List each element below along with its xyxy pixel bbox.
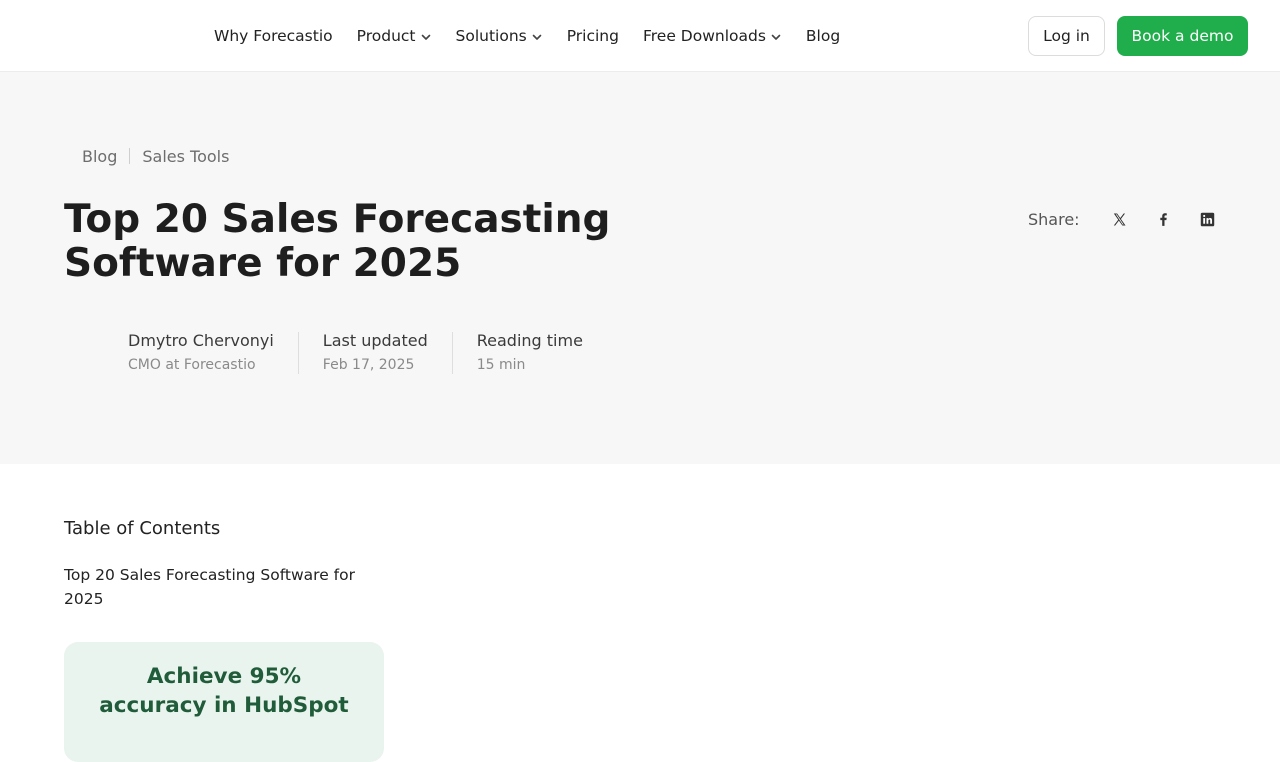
last-updated-value: Feb 17, 2025 [322,357,415,373]
author-role: CMO at Forecastio [128,357,256,373]
nav-item-label: Pricing [566,27,619,45]
page-title: Top 20 Sales Forecasting Software for 20… [64,197,611,286]
nav-item-why-forecastio[interactable]: Why Forecastio [214,27,333,45]
chevron-down-icon [771,34,781,40]
nav-item-label: Solutions [455,27,527,45]
reading-time-value: 15 min [476,357,526,373]
nav-item-pricing[interactable]: Pricing [567,27,619,45]
nav-item-blog[interactable]: Blog [806,27,840,45]
facebook-icon[interactable] [1146,205,1182,233]
reading-time-label: Reading time [476,331,583,350]
article-hero: Blog Sales Tools Top 20 Sales Forecastin… [0,72,1280,464]
meta-divider [297,332,299,374]
nav-item-solutions[interactable]: Solutions [456,27,543,45]
linkedin-icon[interactable] [1190,205,1226,233]
promo-headline: Achieve 95% accuracy in HubSpot [99,664,349,718]
breadcrumb-item-category[interactable]: Sales Tools [142,147,229,166]
book-demo-button[interactable]: Book a demo [1117,16,1248,56]
article-meta: Dmytro Chervonyi CMO at Forecastio Last … [64,330,583,374]
toc-item[interactable]: Top 20 Sales Forecasting Software for 20… [64,563,384,611]
breadcrumb: Blog Sales Tools [82,145,229,167]
nav-item-product[interactable]: Product [357,27,432,45]
x-icon[interactable] [1102,205,1138,233]
breadcrumb-item-blog[interactable]: Blog [82,147,117,166]
nav-item-label: Free Downloads [642,27,766,45]
nav-item-label: Product [356,27,416,45]
login-button[interactable]: Log in [1028,16,1105,56]
breadcrumb-divider [129,148,131,164]
chevron-down-icon [421,34,430,40]
last-updated-label: Last updated [322,331,428,350]
nav-item-free-downloads[interactable]: Free Downloads [643,27,782,45]
chevron-down-icon [532,34,542,40]
main-menu: Why Forecastio Product Solutions Pricing… [214,0,840,72]
author-name[interactable]: Dmytro Chervonyi [128,330,274,352]
promo-card: Achieve 95% accuracy in HubSpot [64,642,384,762]
share-label: Share: [1028,209,1080,229]
share-bar: Share: [1028,205,1226,233]
toc-heading: Table of Contents [64,518,221,539]
top-navigation: Why Forecastio Product Solutions Pricing… [0,0,1280,72]
nav-item-label: Blog [805,27,841,45]
author-info: Dmytro Chervonyi CMO at Forecastio [64,330,274,375]
last-updated-info: Last updated Feb 17, 2025 [323,330,428,375]
nav-item-label: Why Forecastio [214,27,333,45]
meta-divider [451,332,453,374]
reading-time-info: Reading time 15 min [477,330,583,375]
